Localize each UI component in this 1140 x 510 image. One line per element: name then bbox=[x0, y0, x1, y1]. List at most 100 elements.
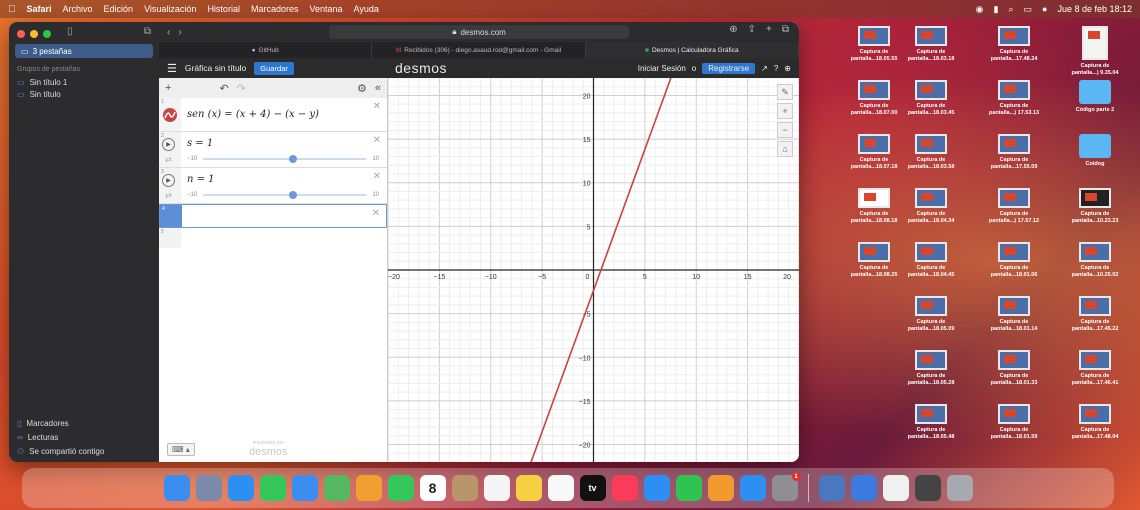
download-icon[interactable]: ⊕ bbox=[729, 24, 737, 35]
desktop-file[interactable]: Captura de pantalla...18.07.18 bbox=[843, 134, 905, 170]
photos-icon[interactable] bbox=[355, 475, 382, 501]
display-icon[interactable]: ▭ bbox=[1023, 4, 1032, 15]
graph-svg[interactable]: −20 −15 −10 −5 0 5 10 15 202015105−5−10−15−20 bbox=[388, 78, 799, 462]
messages-icon[interactable] bbox=[259, 475, 286, 501]
trash-icon[interactable] bbox=[946, 475, 973, 501]
graph-paper[interactable]: −20 −15 −10 −5 0 5 10 15 20 20 15 10 5 −5 −10 −15 −20 ✎ … bbox=[388, 78, 799, 462]
keyboard-toggle-button[interactable]: ⌨ ▴ bbox=[167, 443, 195, 456]
tab-github[interactable]: ● GitHub bbox=[159, 42, 373, 58]
sidebar-reading-list[interactable]: ∞ Lecturas bbox=[17, 433, 58, 442]
spotlight-icon[interactable]: ⌕ bbox=[1008, 4, 1013, 15]
battery-icon[interactable]: ▮ bbox=[993, 4, 998, 15]
desktop-file[interactable]: Captura de pantalla...18.05.09 bbox=[900, 296, 962, 332]
desktop-file[interactable]: Captura de pantalla...18.08.25 bbox=[843, 242, 905, 278]
new-tab-icon[interactable]: + bbox=[766, 24, 772, 35]
menu-app-name[interactable]: Safari bbox=[27, 4, 52, 14]
facetime-icon[interactable] bbox=[387, 475, 414, 501]
desktop-file[interactable]: Captura de pantalla...18.04.45 bbox=[900, 242, 962, 278]
sidebar-item-tabgroup-1[interactable]: ▭ Sin título 1 bbox=[17, 78, 67, 87]
slider-knob[interactable] bbox=[288, 155, 297, 163]
tab-overview-icon[interactable]: ⧉ bbox=[782, 24, 789, 35]
desktop-file[interactable]: Captura de pantalla...18.03.45 bbox=[900, 80, 962, 116]
finder-icon[interactable] bbox=[163, 475, 190, 501]
zoom-out-icon[interactable]: − bbox=[777, 122, 793, 138]
tab-gmail[interactable]: M Recibidos (306) - diego.asaud.rod@gmai… bbox=[372, 42, 586, 58]
redo-icon[interactable]: ↷ bbox=[237, 82, 246, 95]
desktop-file[interactable]: Captura de pantalla...18.05.48 bbox=[900, 404, 962, 440]
menu-edicion[interactable]: Edición bbox=[104, 4, 134, 14]
graph-color-icon[interactable] bbox=[162, 108, 178, 122]
desktop-file[interactable]: Captura de pantalla...18.05.28 bbox=[900, 350, 962, 386]
wrench-icon[interactable]: ✎ bbox=[777, 84, 793, 100]
siri-icon[interactable]: ● bbox=[1042, 4, 1047, 14]
collapse-panel-icon[interactable]: « bbox=[375, 82, 381, 94]
slider-settings-icon[interactable]: ⇄ bbox=[165, 191, 172, 200]
slider-row-s[interactable]: 2 ▶ s = 1 ✕ ⇄ −10 10 bbox=[159, 132, 387, 168]
share-graph-icon[interactable]: ↗ bbox=[761, 64, 768, 73]
desktop-file[interactable]: Captura de pantalla...) 17.53.13 bbox=[983, 80, 1045, 116]
home-icon[interactable]: ⌂ bbox=[777, 141, 793, 157]
share-icon[interactable]: ⇪ bbox=[748, 24, 756, 35]
menu-icon[interactable]: ☰ bbox=[167, 62, 177, 75]
save-button[interactable]: Guardar bbox=[254, 61, 294, 75]
address-bar[interactable]: 🔒︎ desmos.com bbox=[329, 25, 629, 39]
desktop-file[interactable]: Captura de pantalla...18.04.34 bbox=[900, 188, 962, 224]
expression-row[interactable]: 1 sen (x) = (x + 4) − (x − y) ✕ bbox=[159, 98, 387, 132]
slider-s[interactable]: −10 10 bbox=[187, 155, 379, 163]
delete-expression-icon[interactable]: ✕ bbox=[372, 208, 380, 219]
delete-expression-icon[interactable]: ✕ bbox=[373, 171, 381, 182]
desktop-file[interactable]: Captura de pantalla...18.03.58 bbox=[900, 134, 962, 170]
control-center-icon[interactable]: ◉ bbox=[976, 4, 984, 15]
back-icon[interactable]: ‹ bbox=[167, 27, 170, 38]
desktop-file[interactable]: Captura de pantalla...18.05.55 bbox=[843, 26, 905, 62]
zoom-button[interactable] bbox=[43, 30, 51, 38]
desktop-file[interactable]: Captura de pantalla...18.01.33 bbox=[983, 350, 1045, 386]
expression-row-empty[interactable]: 5 bbox=[159, 228, 387, 248]
freeform-icon[interactable] bbox=[547, 475, 574, 501]
desktop-file[interactable]: Coidog bbox=[1064, 134, 1126, 168]
help-icon[interactable]: ? bbox=[774, 64, 778, 73]
sidebar-item-tabgroup-2[interactable]: ▭ Sin título bbox=[17, 90, 61, 99]
desktop-file[interactable]: Captura de pantalla...) 17.57.12 bbox=[983, 188, 1045, 224]
tab-desmos[interactable]: ■ Desmos | Calculadora Gráfica bbox=[585, 42, 799, 58]
launchpad-icon[interactable] bbox=[195, 475, 222, 501]
desktop-file[interactable]: Captura de pantalla...17.48.04 bbox=[1064, 404, 1126, 440]
close-button[interactable] bbox=[17, 30, 25, 38]
slider-max[interactable]: 10 bbox=[372, 156, 379, 162]
desktop-file[interactable]: Captura de pantalla...18.01.14 bbox=[983, 296, 1045, 332]
menu-marcadores[interactable]: Marcadores bbox=[251, 4, 299, 14]
sidebar-toggle-icon[interactable]: ▯ bbox=[67, 26, 73, 37]
undo-icon[interactable]: ↶ bbox=[219, 82, 228, 95]
music-icon[interactable] bbox=[611, 475, 638, 501]
notes-icon[interactable] bbox=[515, 475, 542, 501]
slider-settings-icon[interactable]: ⇄ bbox=[165, 155, 172, 164]
expression-math[interactable]: sen (x) = (x + 4) − (x − y) bbox=[187, 109, 319, 120]
desktop-file[interactable]: Captura de pantalla...17.48.24 bbox=[983, 26, 1045, 62]
desktop-file[interactable]: Captura de pantalla...18.07.00 bbox=[843, 80, 905, 116]
language-icon[interactable]: ⊕ bbox=[784, 64, 791, 73]
register-button[interactable]: Registrarse bbox=[702, 62, 756, 74]
slider-n[interactable]: −10 10 bbox=[187, 191, 379, 199]
desktop-file[interactable]: Captura de pantalla...18.03.18 bbox=[900, 26, 962, 62]
menu-historial[interactable]: Historial bbox=[207, 4, 240, 14]
minimize-button[interactable] bbox=[30, 30, 38, 38]
menu-archivo[interactable]: Archivo bbox=[63, 4, 93, 14]
contacts-icon[interactable] bbox=[451, 475, 478, 501]
desktop-file[interactable]: Captura de pantalla...18.08.18 bbox=[843, 188, 905, 224]
slider-track[interactable] bbox=[203, 155, 367, 163]
calendar-icon[interactable]: 8 bbox=[419, 475, 446, 501]
desktop-file[interactable]: Captura de pantalla...17.55.09 bbox=[983, 134, 1045, 170]
desktop-file[interactable]: Captura de pantalla...) 9.35.04 bbox=[1064, 26, 1126, 76]
expression-math[interactable]: s = 1 bbox=[187, 138, 213, 149]
slider-max[interactable]: 10 bbox=[372, 192, 379, 198]
preview-icon[interactable] bbox=[818, 475, 845, 501]
desktop-file[interactable]: Captura de pantalla...18.01.06 bbox=[983, 242, 1045, 278]
safari-icon[interactable] bbox=[227, 475, 254, 501]
expression-row-active[interactable]: 4 ✕ bbox=[159, 204, 387, 228]
sidebar-bookmarks[interactable]: ▯ Marcadores bbox=[17, 419, 69, 428]
menu-ventana[interactable]: Ventana bbox=[309, 4, 342, 14]
sidebar-tabs-item[interactable]: ▭ 3 pestañas bbox=[15, 44, 153, 58]
forward-icon[interactable]: › bbox=[178, 27, 181, 38]
tab-overview-icon[interactable]: ⧉ bbox=[144, 26, 151, 37]
xcode-icon[interactable] bbox=[850, 475, 877, 501]
